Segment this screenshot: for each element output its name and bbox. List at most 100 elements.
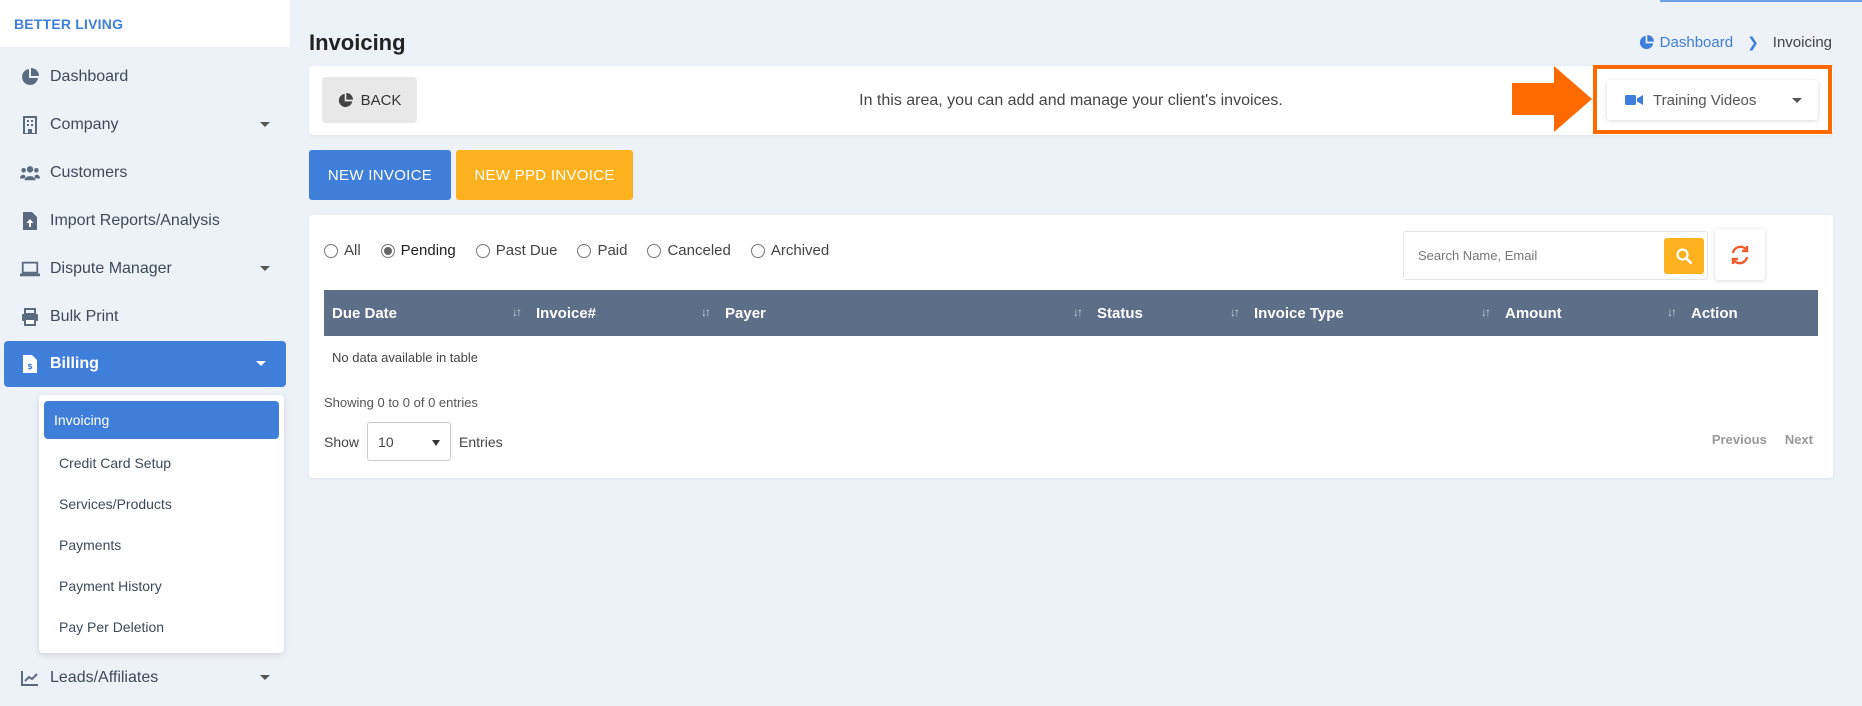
entries-label: Entries — [459, 433, 503, 450]
table-info: Showing 0 to 0 of 0 entries — [324, 395, 478, 410]
file-upload-icon — [20, 211, 40, 231]
refresh-button[interactable] — [1715, 229, 1765, 280]
back-button-label: BACK — [360, 91, 402, 109]
sidebar-item-billing[interactable]: $ Billing — [4, 341, 286, 387]
svg-text:$: $ — [27, 362, 33, 371]
column-label: Payer — [725, 304, 766, 322]
refresh-icon — [1731, 245, 1749, 264]
top-accent-strip — [1660, 0, 1862, 2]
sort-icon: ↓↑ — [1481, 305, 1491, 319]
building-icon — [20, 115, 40, 135]
filter-label: Pending — [400, 242, 456, 259]
sort-icon: ↓↑ — [512, 305, 522, 319]
back-button[interactable]: BACK — [322, 77, 417, 123]
sidebar-item-label: Dashboard — [50, 68, 129, 85]
chevron-down-icon — [260, 266, 270, 271]
breadcrumb-home-label: Dashboard — [1659, 34, 1734, 51]
column-label: Invoice# — [536, 304, 597, 322]
filter-label: All — [344, 242, 361, 259]
submenu-item-pay-per-deletion[interactable]: Pay Per Deletion — [44, 606, 279, 647]
chevron-down-icon — [432, 440, 441, 446]
training-videos-dropdown[interactable]: Training Videos — [1607, 80, 1818, 120]
submenu-item-credit-card-setup[interactable]: Credit Card Setup — [44, 442, 279, 483]
sort-icon: ↓↑ — [1230, 305, 1240, 319]
radio-button[interactable] — [750, 243, 765, 258]
sidebar-item-customers[interactable]: Customers — [0, 149, 290, 197]
column-header-invoice-number[interactable]: Invoice# ↓↑ — [528, 290, 717, 336]
filter-label: Past Due — [495, 242, 558, 259]
printer-icon — [20, 307, 40, 327]
column-label: Amount — [1505, 304, 1562, 322]
previous-page-button[interactable]: Previous — [1712, 432, 1767, 447]
radio-button[interactable] — [324, 243, 338, 258]
breadcrumb: Dashboard ❯ Invoicing — [1639, 34, 1832, 51]
new-ppd-invoice-button[interactable]: NEW PPD INVOICE — [456, 150, 633, 200]
sort-icon: ↓↑ — [1667, 305, 1677, 319]
submenu-item-services-products[interactable]: Services/Products — [44, 483, 279, 524]
filter-all[interactable]: All — [324, 242, 361, 259]
sidebar-item-label: Dispute Manager — [50, 260, 172, 277]
column-header-action: Action — [1683, 290, 1818, 336]
sidebar-bottom: Leads/Affiliates — [0, 654, 290, 702]
sort-icon: ↓↑ — [701, 305, 711, 319]
page-size-select[interactable]: 10 — [367, 422, 452, 461]
column-header-status[interactable]: Status ↓↑ — [1089, 290, 1246, 336]
column-label: Invoice Type — [1254, 304, 1344, 322]
sidebar-item-dashboard[interactable]: Dashboard — [0, 53, 290, 101]
users-icon — [20, 163, 40, 183]
chevron-right-icon: ❯ — [1747, 34, 1759, 50]
sidebar-nav: Dashboard Company Customers Import Repor… — [0, 53, 290, 387]
sidebar-item-bulk-print[interactable]: Bulk Print — [0, 293, 290, 341]
column-header-due-date[interactable]: Due Date ↓↑ — [324, 290, 528, 336]
sidebar-item-leads-affiliates[interactable]: Leads/Affiliates — [0, 654, 290, 702]
new-invoice-button[interactable]: NEW INVOICE — [309, 150, 451, 200]
page-size-value: 10 — [378, 433, 394, 450]
invoices-card: All Pending Past Due Paid Canceled Archi… — [309, 215, 1833, 478]
radio-button[interactable] — [380, 243, 395, 258]
sidebar-item-company[interactable]: Company — [0, 101, 290, 149]
column-label: Action — [1691, 304, 1738, 322]
next-page-button[interactable]: Next — [1785, 432, 1813, 447]
breadcrumb-dashboard-link[interactable]: Dashboard — [1639, 34, 1733, 51]
filter-archived[interactable]: Archived — [750, 242, 829, 259]
column-label: Status — [1097, 304, 1143, 322]
radio-button[interactable] — [577, 243, 592, 258]
training-videos-highlight: Training Videos — [1593, 65, 1832, 134]
radio-button[interactable] — [647, 243, 662, 258]
sidebar-item-dispute-manager[interactable]: Dispute Manager — [0, 245, 290, 293]
brand-logo[interactable]: BETTER LIVING — [0, 0, 290, 47]
sidebar-item-label: Leads/Affiliates — [50, 669, 159, 686]
sidebar: BETTER LIVING Dashboard Company Customer… — [0, 0, 290, 706]
filter-paid[interactable]: Paid — [577, 242, 627, 259]
sidebar-item-label: Import Reports/Analysis — [50, 212, 220, 229]
table-empty-message: No data available in table — [332, 350, 478, 365]
sidebar-item-import-reports[interactable]: Import Reports/Analysis — [0, 197, 290, 245]
page-title: Invoicing — [309, 30, 406, 55]
sidebar-item-label: Bulk Print — [50, 308, 119, 325]
submenu-item-payments[interactable]: Payments — [44, 524, 279, 565]
column-header-payer[interactable]: Payer ↓↑ — [717, 290, 1089, 336]
chevron-down-icon — [256, 361, 266, 366]
submenu-item-payment-history[interactable]: Payment History — [44, 565, 279, 606]
page-size-control: Show 10 Entries — [324, 422, 503, 461]
pagination: Previous Next — [1712, 432, 1813, 447]
sidebar-item-label: Company — [50, 116, 119, 133]
submenu-item-invoicing[interactable]: Invoicing — [44, 401, 279, 439]
radio-button[interactable] — [475, 243, 490, 258]
chart-pie-icon — [1639, 35, 1654, 50]
filter-past-due[interactable]: Past Due — [475, 242, 558, 259]
search-input[interactable] — [1404, 232, 1664, 279]
column-header-amount[interactable]: Amount ↓↑ — [1497, 290, 1683, 336]
video-camera-icon — [1625, 95, 1643, 105]
filter-canceled[interactable]: Canceled — [647, 242, 731, 259]
sort-icon: ↓↑ — [1073, 305, 1083, 319]
search-icon — [1676, 248, 1692, 264]
search-button[interactable] — [1664, 238, 1704, 274]
status-filter-group: All Pending Past Due Paid Canceled Archi… — [324, 242, 849, 259]
column-header-invoice-type[interactable]: Invoice Type ↓↑ — [1246, 290, 1497, 336]
filter-label: Paid — [597, 242, 628, 259]
breadcrumb-current: Invoicing — [1772, 34, 1832, 51]
filter-pending[interactable]: Pending — [380, 242, 456, 259]
chart-pie-icon — [20, 67, 40, 87]
filter-label: Canceled — [667, 242, 731, 259]
